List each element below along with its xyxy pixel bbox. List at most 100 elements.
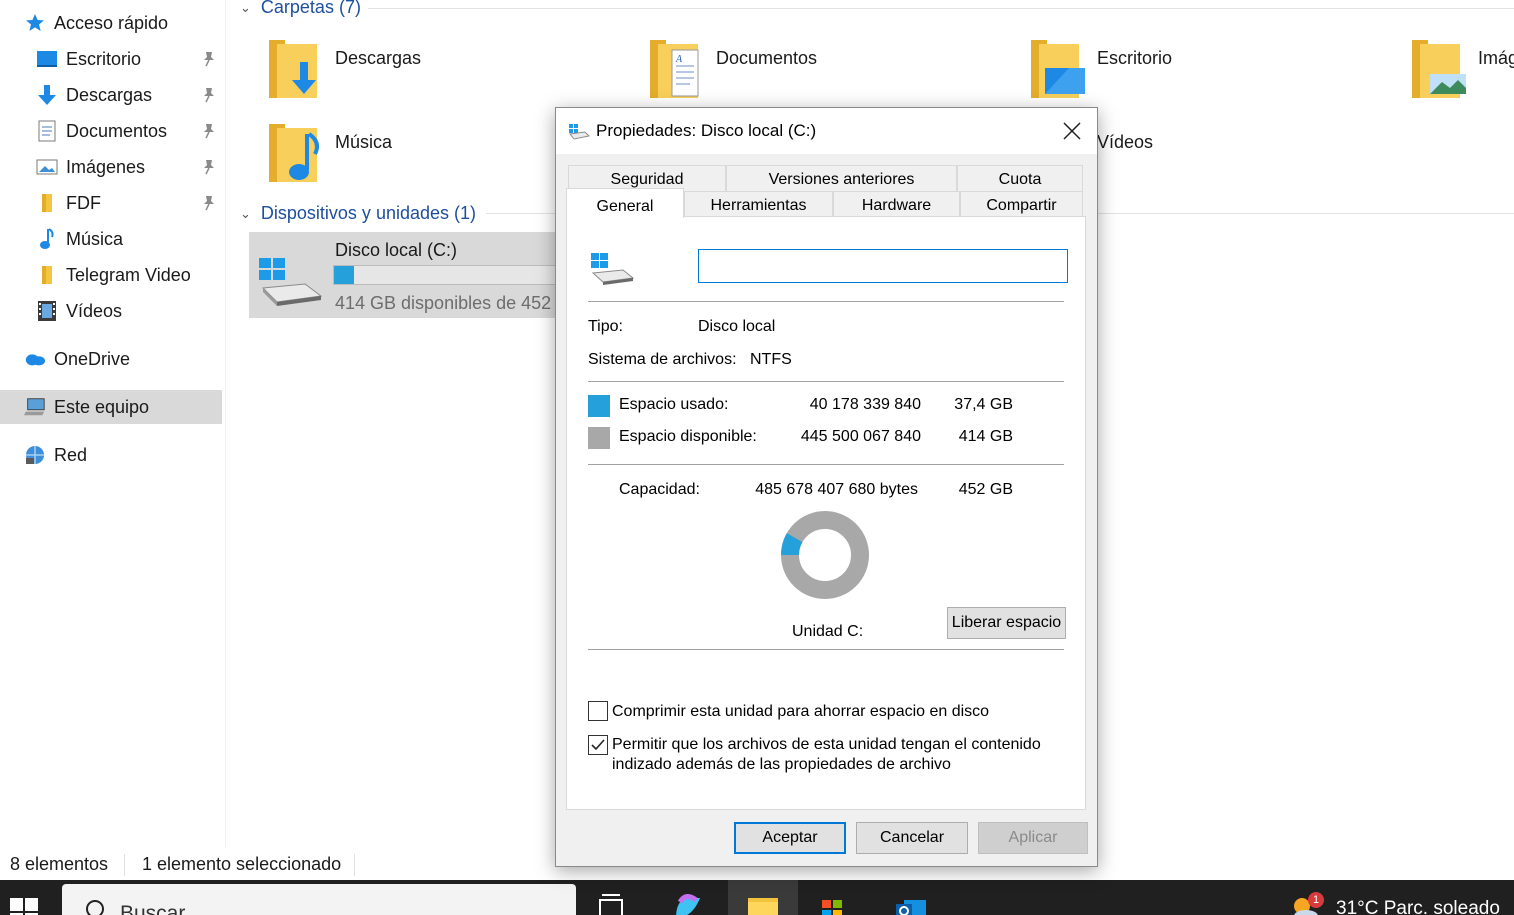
outlook-icon[interactable] [894, 888, 930, 915]
weather-text[interactable]: 31°C Parc. soleado [1336, 898, 1500, 915]
pictures-folder-icon [1412, 40, 1466, 98]
nav-item-imagenes[interactable]: Imágenes [0, 150, 222, 184]
folder-name: Imág [1478, 48, 1514, 68]
nav-item-musica[interactable]: Música [0, 222, 222, 256]
disk-usage-donut [781, 511, 869, 599]
tab-compartir[interactable]: Compartir [960, 191, 1083, 217]
nav-item-label: Música [66, 228, 124, 249]
status-separator [124, 854, 125, 876]
close-icon[interactable] [1061, 120, 1083, 142]
nav-item-label: Imágenes [66, 156, 146, 177]
pin-icon[interactable] [202, 159, 216, 175]
nav-item-videos[interactable]: Vídeos [0, 294, 222, 328]
nav-item-red[interactable]: Red [0, 438, 222, 472]
taskbar: Buscar 1 31°C Parc. soleado [0, 880, 1514, 915]
nav-item-fdf[interactable]: FDF [0, 186, 222, 220]
dialog-titlebar[interactable]: Propiedades: Disco local (C:) [556, 108, 1097, 154]
nav-item-telegram-video[interactable]: Telegram Video [0, 258, 222, 292]
used-space-swatch [588, 395, 610, 417]
used-space-gb: 37,4 GB [954, 396, 1013, 413]
taskbar-search-box[interactable]: Buscar [62, 884, 576, 915]
ok-button[interactable]: Aceptar [734, 822, 846, 854]
nav-item-label: Red [54, 444, 88, 465]
tab-label: Cuota [998, 171, 1042, 188]
pin-icon[interactable] [202, 87, 216, 103]
type-label: Tipo: [588, 318, 623, 335]
pictures-icon [36, 156, 58, 178]
group-header-devices[interactable]: ⌄ Dispositivos y unidades (1) [240, 203, 476, 224]
search-icon [86, 900, 104, 915]
used-space-bytes: 40 178 339 840 [809, 396, 921, 413]
drive-usage-fill [334, 266, 354, 284]
disk-cleanup-button[interactable]: Liberar espacio [947, 607, 1066, 639]
file-explorer-icon[interactable] [746, 888, 782, 915]
nav-item-label: Descargas [66, 84, 153, 105]
documents-folder-icon: A [650, 40, 699, 98]
folder-name: Vídeos [1097, 132, 1154, 152]
folder-icon [36, 192, 58, 214]
tab-label: Herramientas [710, 197, 807, 214]
navigation-pane: Acceso rápido Escritorio Descargas Docum… [0, 0, 226, 848]
nav-item-este-equipo[interactable]: Este equipo [0, 390, 222, 424]
free-space-bytes: 445 500 067 840 [800, 428, 921, 445]
folder-tile-documentos[interactable]: A Documentos [630, 36, 990, 112]
folder-tile-descargas[interactable]: Descargas [249, 36, 609, 112]
checkmark-icon [591, 739, 605, 751]
compress-checkbox[interactable] [588, 701, 608, 721]
folder-tile-musica[interactable]: Música [249, 120, 549, 196]
chevron-down-icon: ⌄ [240, 0, 251, 15]
tab-versiones-anteriores[interactable]: Versiones anteriores [726, 165, 957, 191]
nav-item-label: OneDrive [54, 348, 131, 369]
drive-tile-c[interactable]: Disco local (C:) 414 GB disponibles de 4… [249, 232, 582, 318]
music-folder-icon [269, 124, 319, 182]
nav-item-label: Este equipo [54, 396, 150, 417]
start-button[interactable] [10, 898, 38, 915]
notification-badge: 1 [1308, 892, 1324, 908]
drive-caption: Unidad C: [792, 623, 864, 640]
free-space-swatch [588, 427, 610, 449]
apply-button[interactable]: Aplicar [978, 822, 1088, 854]
properties-dialog: Propiedades: Disco local (C:) Seguridad … [555, 107, 1098, 867]
index-checkbox[interactable] [588, 735, 608, 755]
task-view-icon[interactable] [596, 888, 632, 915]
nav-item-label: Vídeos [66, 300, 123, 321]
folder-tile-imagenes[interactable]: Imág [1392, 36, 1514, 112]
nav-item-onedrive[interactable]: OneDrive [0, 342, 222, 376]
cancel-button[interactable]: Cancelar [856, 822, 968, 854]
chevron-down-icon: ⌄ [240, 205, 251, 221]
tab-label: Seguridad [610, 171, 684, 188]
nav-item-label: Documentos [66, 120, 168, 141]
nav-item-documentos[interactable]: Documentos [0, 114, 222, 148]
folder-tile-escritorio[interactable]: Escritorio [1011, 36, 1371, 112]
group-header-folders[interactable]: ⌄ Carpetas (7) [240, 0, 361, 18]
pin-icon[interactable] [202, 195, 216, 211]
pin-icon[interactable] [202, 51, 216, 67]
pin-icon[interactable] [202, 123, 216, 139]
tab-label: Compartir [986, 197, 1057, 214]
nav-item-escritorio[interactable]: Escritorio [0, 42, 222, 76]
divider [588, 301, 1064, 302]
drive-usage-bar [333, 265, 573, 285]
drive-name-input[interactable] [698, 249, 1068, 283]
network-icon [24, 444, 46, 466]
microsoft-store-icon[interactable] [818, 888, 854, 915]
copilot-icon[interactable] [670, 888, 706, 915]
nav-item-descargas[interactable]: Descargas [0, 78, 222, 112]
tab-hardware[interactable]: Hardware [833, 191, 960, 217]
downloads-folder-icon [269, 40, 317, 98]
film-icon [36, 300, 58, 322]
drive-name: Disco local (C:) [335, 240, 458, 260]
type-value: Disco local [698, 318, 776, 335]
tab-herramientas[interactable]: Herramientas [684, 191, 833, 217]
divider [588, 464, 1064, 465]
taskbar-search-label: Buscar [120, 902, 186, 915]
nav-item-quick-access[interactable]: Acceso rápido [24, 6, 222, 40]
nav-item-label: FDF [66, 192, 101, 213]
group-header-label: Dispositivos y unidades (1) [260, 203, 477, 223]
tab-cuota[interactable]: Cuota [957, 165, 1083, 191]
tab-label: Hardware [861, 197, 932, 214]
tab-general[interactable]: General [566, 188, 684, 218]
nav-item-label: Acceso rápido [54, 12, 169, 33]
windows-logo-icon [10, 898, 38, 915]
used-space-label: Espacio usado: [619, 396, 729, 413]
